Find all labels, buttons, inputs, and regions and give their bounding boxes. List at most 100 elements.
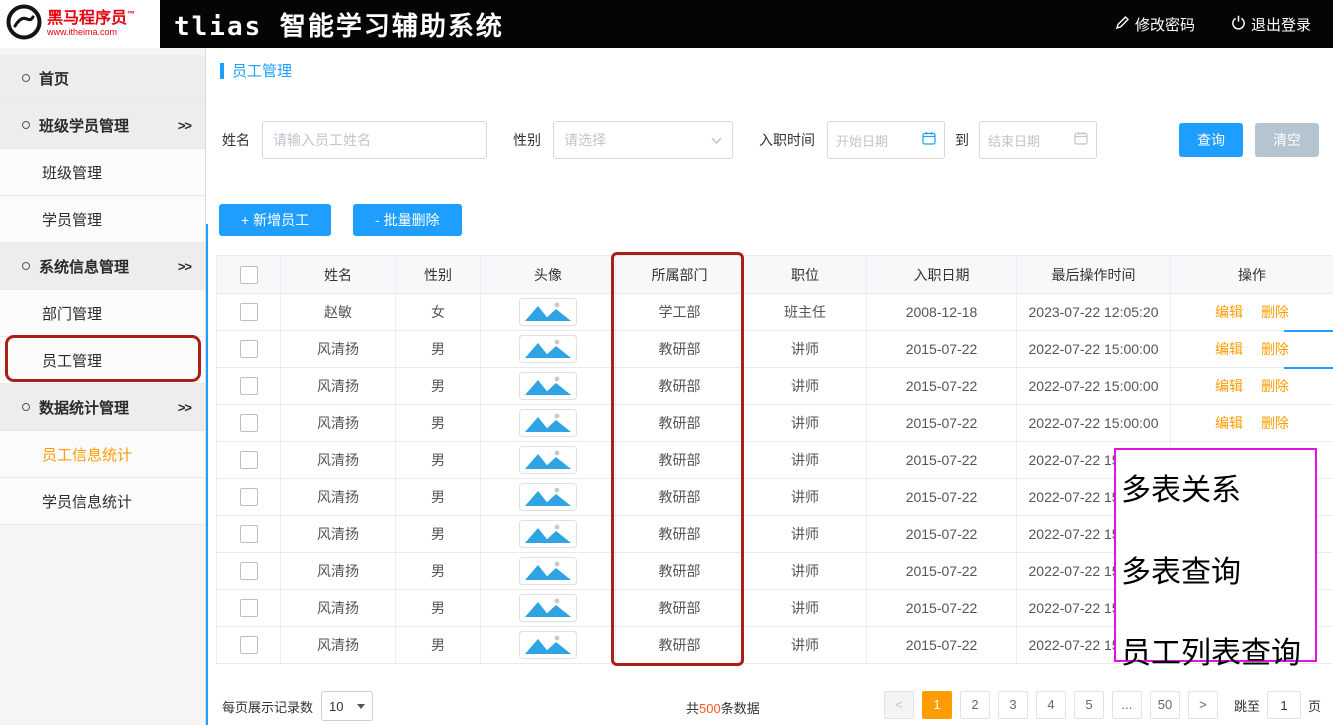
cell-gender: 男 (396, 553, 481, 590)
edit-link[interactable]: 编辑 (1215, 304, 1243, 320)
row-checkbox[interactable] (240, 451, 258, 469)
avatar-image (519, 335, 577, 363)
annotation-note: 多表关系 (1121, 465, 1241, 509)
cell-entry-date: 2015-07-22 (867, 479, 1017, 516)
cell-gender: 男 (396, 368, 481, 405)
clear-button[interactable]: 清空 (1255, 123, 1319, 157)
cell-entry-date: 2015-07-22 (867, 627, 1017, 664)
cell-department: 教研部 (616, 442, 744, 479)
cell-last-op-time: 2023-07-22 12:05:20 (1017, 294, 1171, 331)
pagination-bar: 每页展示记录数 10 共500条数据 <12345...50> 跳至 页 (206, 691, 1333, 723)
name-label: 姓名 (222, 130, 250, 150)
avatar-image (519, 409, 577, 437)
edit-link[interactable]: 编辑 (1215, 415, 1243, 431)
row-accent-line (1284, 367, 1333, 369)
page-button-50[interactable]: 50 (1150, 691, 1180, 719)
row-checkbox[interactable] (240, 377, 258, 395)
sidebar-item-student-stats[interactable]: 学员信息统计 (0, 478, 205, 525)
cell-entry-date: 2015-07-22 (867, 516, 1017, 553)
sidebar-item-dept-mgmt[interactable]: 部门管理 (0, 290, 205, 337)
row-checkbox[interactable] (240, 562, 258, 580)
cell-entry-date: 2015-07-22 (867, 368, 1017, 405)
row-checkbox[interactable] (240, 340, 258, 358)
avatar-image (519, 372, 577, 400)
add-employee-button[interactable]: + 新增员工 (219, 204, 331, 236)
bullet-icon (22, 121, 30, 129)
sidebar-item-employee-stats[interactable]: 员工信息统计 (0, 431, 205, 478)
cell-gender: 男 (396, 516, 481, 553)
page-button-2[interactable]: 2 (960, 691, 990, 719)
delete-link[interactable]: 删除 (1261, 415, 1289, 431)
table-row: 赵敏 女 学工部 班主任 2008-12-18 2023-07-22 12:05… (217, 294, 1333, 331)
expand-arrow-icon: >> (178, 259, 191, 274)
edit-link[interactable]: 编辑 (1215, 378, 1243, 394)
row-checkbox[interactable] (240, 599, 258, 617)
logo-text: 黑马程序员™ www.itheima.com (47, 11, 135, 38)
row-checkbox[interactable] (240, 636, 258, 654)
delete-link[interactable]: 删除 (1261, 378, 1289, 394)
batch-delete-button[interactable]: - 批量删除 (353, 204, 462, 236)
date-to-label: 到 (955, 130, 969, 150)
calendar-icon (922, 131, 936, 150)
prev-page-button[interactable]: < (884, 691, 914, 719)
annotation-notes-panel: 多表关系 多表查询 员工列表查询 (1114, 448, 1317, 662)
jump-group: 跳至 页 (1234, 691, 1321, 719)
bullet-icon (22, 74, 30, 82)
row-checkbox[interactable] (240, 414, 258, 432)
table-row: 风清扬 男 教研部 讲师 2015-07-22 2022-07-22 15:00… (217, 405, 1333, 442)
sidebar-item-home[interactable]: 首页 (0, 55, 205, 102)
page-button-3[interactable]: 3 (998, 691, 1028, 719)
sidebar-item-class-student-mgmt[interactable]: 班级学员管理>> (0, 102, 205, 149)
delete-link[interactable]: 删除 (1261, 341, 1289, 357)
jump-page-input[interactable] (1267, 691, 1301, 719)
sidebar-item-label: 部门管理 (42, 303, 102, 324)
cell-name: 风清扬 (281, 368, 396, 405)
change-password-button[interactable]: 修改密码 (1115, 14, 1195, 35)
gender-select[interactable]: 请选择 (553, 121, 733, 159)
header-department: 所属部门 (616, 256, 744, 294)
page-button-1[interactable]: 1 (922, 691, 952, 719)
edit-link[interactable]: 编辑 (1215, 341, 1243, 357)
cell-department: 学工部 (616, 294, 744, 331)
logout-label: 退出登录 (1251, 14, 1311, 35)
page-ellipsis[interactable]: ... (1112, 691, 1142, 719)
cell-position: 讲师 (744, 590, 867, 627)
cell-gender: 男 (396, 442, 481, 479)
cell-gender: 男 (396, 405, 481, 442)
row-checkbox[interactable] (240, 525, 258, 543)
gender-label: 性别 (513, 130, 541, 150)
delete-link[interactable]: 删除 (1261, 304, 1289, 320)
cell-name: 风清扬 (281, 590, 396, 627)
cell-department: 教研部 (616, 627, 744, 664)
logo: 黑马程序员™ www.itheima.com (0, 0, 160, 48)
next-page-button[interactable]: > (1188, 691, 1218, 719)
end-date-input[interactable]: 结束日期 (979, 121, 1097, 159)
sidebar-item-class-mgmt[interactable]: 班级管理 (0, 149, 205, 196)
query-button[interactable]: 查询 (1179, 123, 1243, 157)
cell-gender: 男 (396, 479, 481, 516)
cell-position: 讲师 (744, 479, 867, 516)
start-date-input[interactable]: 开始日期 (827, 121, 945, 159)
cell-position: 讲师 (744, 442, 867, 479)
header-entry-date: 入职日期 (867, 256, 1017, 294)
page-button-4[interactable]: 4 (1036, 691, 1066, 719)
per-page-select[interactable]: 10 (321, 691, 373, 721)
name-input[interactable] (262, 121, 487, 159)
sidebar-item-data-stats-mgmt[interactable]: 数据统计管理>> (0, 384, 205, 431)
cell-position: 讲师 (744, 331, 867, 368)
per-page-value: 10 (329, 699, 343, 714)
page-button-5[interactable]: 5 (1074, 691, 1104, 719)
cell-position: 讲师 (744, 627, 867, 664)
power-icon (1231, 15, 1246, 34)
sidebar-item-system-info-mgmt[interactable]: 系统信息管理 >> (0, 243, 205, 290)
search-form: 姓名 性别 请选择 入职时间 开始日期 到 结束日期 查询 清空 (222, 121, 1319, 159)
sidebar-item-employee-mgmt[interactable]: 员工管理 (0, 337, 205, 384)
chevron-down-icon (711, 131, 722, 149)
row-checkbox[interactable] (240, 488, 258, 506)
row-checkbox[interactable] (240, 303, 258, 321)
cell-entry-date: 2015-07-22 (867, 405, 1017, 442)
select-all-checkbox[interactable] (240, 266, 258, 284)
sidebar-item-student-mgmt[interactable]: 学员管理 (0, 196, 205, 243)
sidebar-item-label: 系统信息管理 (39, 256, 129, 277)
logout-button[interactable]: 退出登录 (1231, 14, 1311, 35)
